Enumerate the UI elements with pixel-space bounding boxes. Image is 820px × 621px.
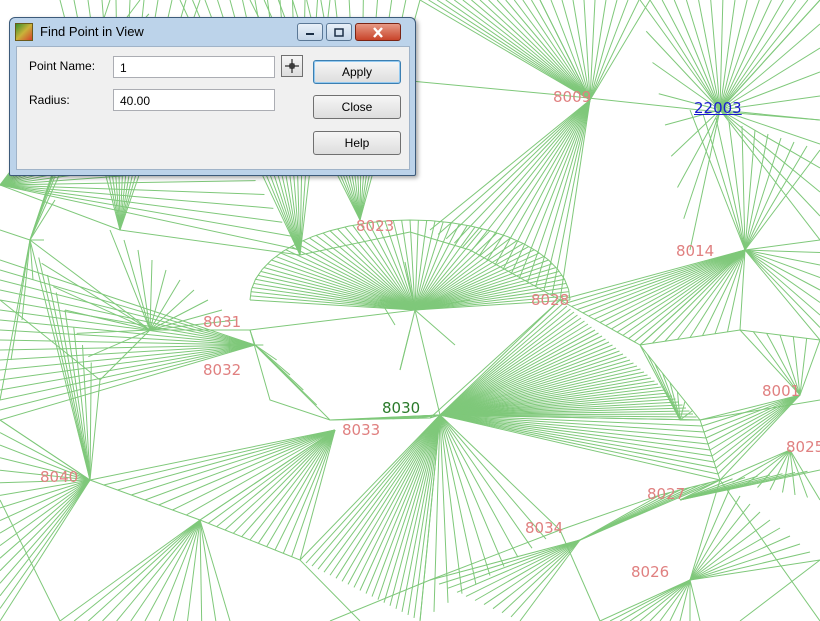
- point-label-8031: 8031: [203, 313, 242, 331]
- radius-field[interactable]: 40.00: [113, 89, 275, 111]
- minimize-button[interactable]: [297, 23, 323, 41]
- maximize-icon: [334, 27, 344, 37]
- help-button[interactable]: Help: [313, 131, 401, 155]
- dialog-title-bar[interactable]: Find Point in View: [10, 18, 415, 46]
- point-label-8030: 8030: [382, 399, 421, 417]
- point-label-8027: 8027: [647, 485, 686, 503]
- point-label-8023: 8023: [356, 217, 395, 235]
- crosshair-icon: [285, 59, 299, 73]
- point-label-8014: 8014: [676, 242, 715, 260]
- point-label-8001: 8001: [762, 382, 801, 400]
- point-label-8025: 8025: [786, 438, 820, 456]
- point-label-8034: 8034: [525, 519, 564, 537]
- dialog-title: Find Point in View: [40, 24, 144, 39]
- apply-button[interactable]: Apply: [313, 60, 401, 84]
- point-name-field[interactable]: 1: [113, 56, 275, 78]
- point-label-8009: 8009: [553, 88, 592, 106]
- maximize-button[interactable]: [326, 23, 352, 41]
- point-label-22003: 22003: [694, 99, 742, 117]
- pick-point-button[interactable]: [281, 55, 303, 77]
- point-label-8032: 8032: [203, 361, 242, 379]
- point-label-8026: 8026: [631, 563, 670, 581]
- minimize-icon: [306, 33, 314, 35]
- radius-label: Radius:: [29, 93, 70, 107]
- close-icon: [373, 26, 383, 38]
- dialog-body: Point Name: 1 Radius: 40.00 Apply Close …: [16, 46, 410, 170]
- app-icon: [15, 23, 33, 41]
- point-label-8040: 8040: [40, 468, 79, 486]
- close-window-button[interactable]: [355, 23, 401, 41]
- point-label-8033: 8033: [342, 421, 381, 439]
- point-name-label: Point Name:: [29, 59, 96, 73]
- find-point-dialog: Find Point in View Point Name: 1 Radius:…: [9, 17, 416, 176]
- point-label-8028: 8028: [531, 291, 570, 309]
- close-button[interactable]: Close: [313, 95, 401, 119]
